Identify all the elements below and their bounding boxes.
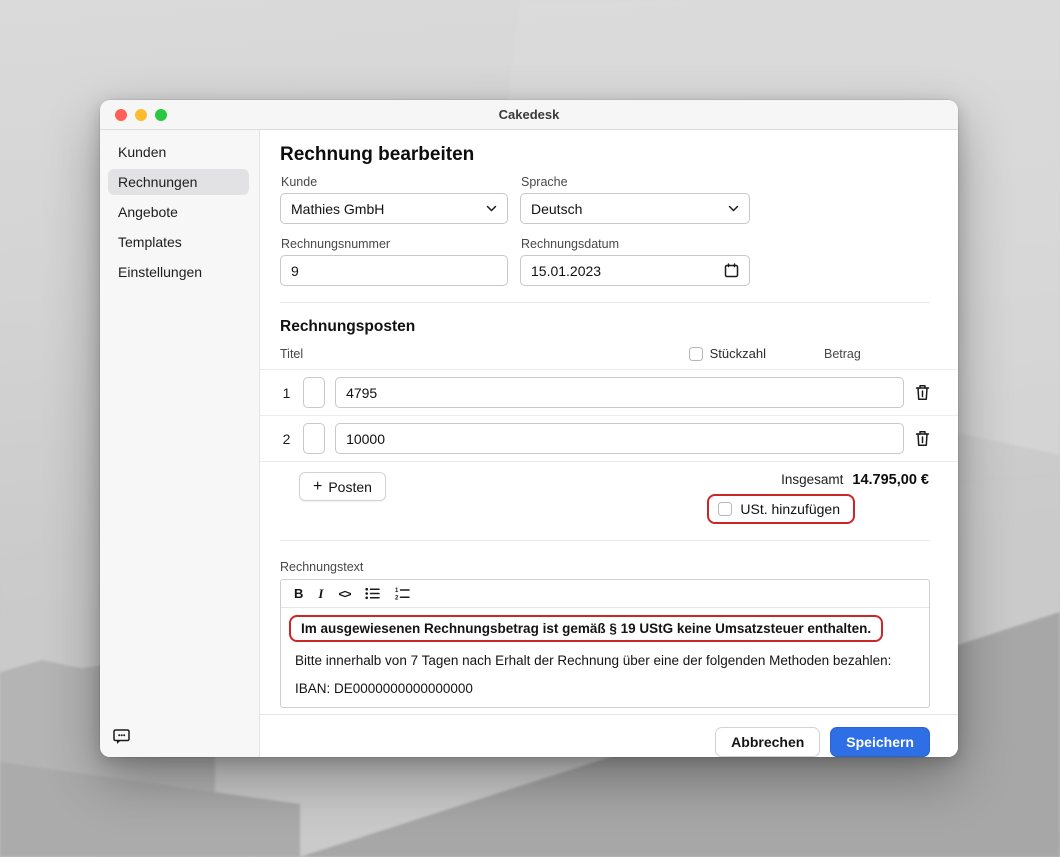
chevron-down-icon <box>728 205 739 212</box>
ordered-list-button[interactable]: 1 2 <box>395 587 410 600</box>
paragraph: IBAN: DE0000000000000000 <box>295 681 915 696</box>
window-titlebar: Cakedesk <box>100 100 958 130</box>
delete-posten-button[interactable] <box>914 429 930 449</box>
minimize-window-button[interactable] <box>135 109 147 121</box>
italic-button[interactable]: I <box>318 586 323 602</box>
traffic-lights <box>115 100 167 129</box>
desktop: Cakedesk Kunden Rechnungen Angebote Temp… <box>0 0 1060 857</box>
calendar-icon <box>724 263 739 278</box>
betrag-column-label: Betrag <box>824 347 930 361</box>
add-posten-label: Posten <box>328 479 372 495</box>
code-button[interactable]: <> <box>338 587 350 601</box>
posten-heading: Rechnungsposten <box>280 318 930 336</box>
sidebar-item-angebote[interactable]: Angebote <box>108 199 249 225</box>
totals: Insgesamt 14.795,00 € USt. hinzufügen <box>707 472 930 524</box>
vat-highlight-box: USt. hinzufügen <box>707 494 855 524</box>
posten-column-headers: Titel Stückzahl Betrag <box>280 346 930 361</box>
sidebar-item-templates[interactable]: Templates <box>108 229 249 255</box>
bold-button[interactable]: B <box>294 586 303 601</box>
invoice-form: Kunde Mathies GmbH Sprache Deutsch <box>280 175 930 286</box>
close-window-button[interactable] <box>115 109 127 121</box>
rechnungsnummer-label: Rechnungsnummer <box>281 237 508 251</box>
editor-content[interactable]: Im ausgewiesenen Rechnungsbetrag ist gem… <box>281 608 929 707</box>
sprache-value: Deutsch <box>531 201 728 217</box>
zoom-window-button[interactable] <box>155 109 167 121</box>
posten-actions: + Posten Insgesamt 14.795,00 € USt. hinz… <box>280 472 930 524</box>
sprache-label: Sprache <box>521 175 750 189</box>
vat-label: USt. hinzufügen <box>740 501 840 517</box>
paragraph: Bitte innerhalb von 7 Tagen nach Erhalt … <box>295 653 915 668</box>
stueckzahl-label: Stückzahl <box>710 346 766 361</box>
vat-checkbox[interactable] <box>718 502 732 516</box>
sprache-select[interactable]: Deutsch <box>520 193 750 224</box>
sidebar: Kunden Rechnungen Angebote Templates Ein… <box>100 130 260 757</box>
editor-toolbar: B I <> <box>281 580 929 608</box>
section-divider <box>280 302 930 303</box>
app-window: Cakedesk Kunden Rechnungen Angebote Temp… <box>100 100 958 757</box>
svg-text:2: 2 <box>395 596 399 601</box>
save-button[interactable]: Speichern <box>830 727 930 757</box>
ordered-list-icon: 1 2 <box>395 587 410 600</box>
section-divider <box>280 540 930 541</box>
feedback-button[interactable] <box>112 728 132 746</box>
posten-rows: 1 2 <box>260 369 958 462</box>
trash-icon <box>915 430 930 447</box>
row-number: 1 <box>280 385 293 401</box>
rechnungsdatum-label: Rechnungsdatum <box>521 237 750 251</box>
trash-icon <box>915 384 930 401</box>
delete-posten-button[interactable] <box>914 383 930 403</box>
bullet-list-button[interactable] <box>365 587 380 600</box>
chevron-down-icon <box>486 205 497 212</box>
sidebar-item-kunden[interactable]: Kunden <box>108 139 249 165</box>
stueckzahl-checkbox[interactable] <box>689 347 703 361</box>
svg-text:1: 1 <box>395 588 399 594</box>
speech-bubble-icon <box>112 728 132 746</box>
titel-column-label: Titel <box>280 347 689 361</box>
posten-betrag-input[interactable] <box>335 423 904 454</box>
posten-titel-input[interactable] <box>303 423 325 454</box>
add-posten-button[interactable]: + Posten <box>299 472 386 501</box>
sidebar-item-einstellungen[interactable]: Einstellungen <box>108 259 249 285</box>
posten-row: 1 <box>260 369 958 415</box>
footer-actions: Abbrechen Speichern <box>260 714 958 757</box>
plus-icon: + <box>313 479 322 495</box>
rechnungsnummer-input[interactable] <box>280 255 508 286</box>
cancel-button[interactable]: Abbrechen <box>715 727 820 757</box>
kunde-label: Kunde <box>281 175 508 189</box>
rechnungsdatum-input[interactable]: 15.01.2023 <box>520 255 750 286</box>
posten-titel-input[interactable] <box>303 377 325 408</box>
page-title: Rechnung bearbeiten <box>280 144 930 166</box>
row-number: 2 <box>280 431 293 447</box>
posten-betrag-input[interactable] <box>335 377 904 408</box>
kunde-value: Mathies GmbH <box>291 201 486 217</box>
posten-row: 2 <box>260 415 958 462</box>
sidebar-item-rechnungen[interactable]: Rechnungen <box>108 169 249 195</box>
rechnungstext-label: Rechnungstext <box>280 560 930 574</box>
main-panel: Rechnung bearbeiten Kunde Mathies GmbH S… <box>260 130 958 757</box>
total-value: 14.795,00 € <box>852 472 929 488</box>
total-label: Insgesamt <box>781 472 843 487</box>
highlighted-paragraph: Im ausgewiesenen Rechnungsbetrag ist gem… <box>289 615 883 642</box>
rechnungstext-editor: B I <> <box>280 579 930 708</box>
window-title: Cakedesk <box>100 107 958 122</box>
kunde-select[interactable]: Mathies GmbH <box>280 193 508 224</box>
rechnungsdatum-value: 15.01.2023 <box>531 263 724 279</box>
bullet-list-icon <box>365 587 380 600</box>
